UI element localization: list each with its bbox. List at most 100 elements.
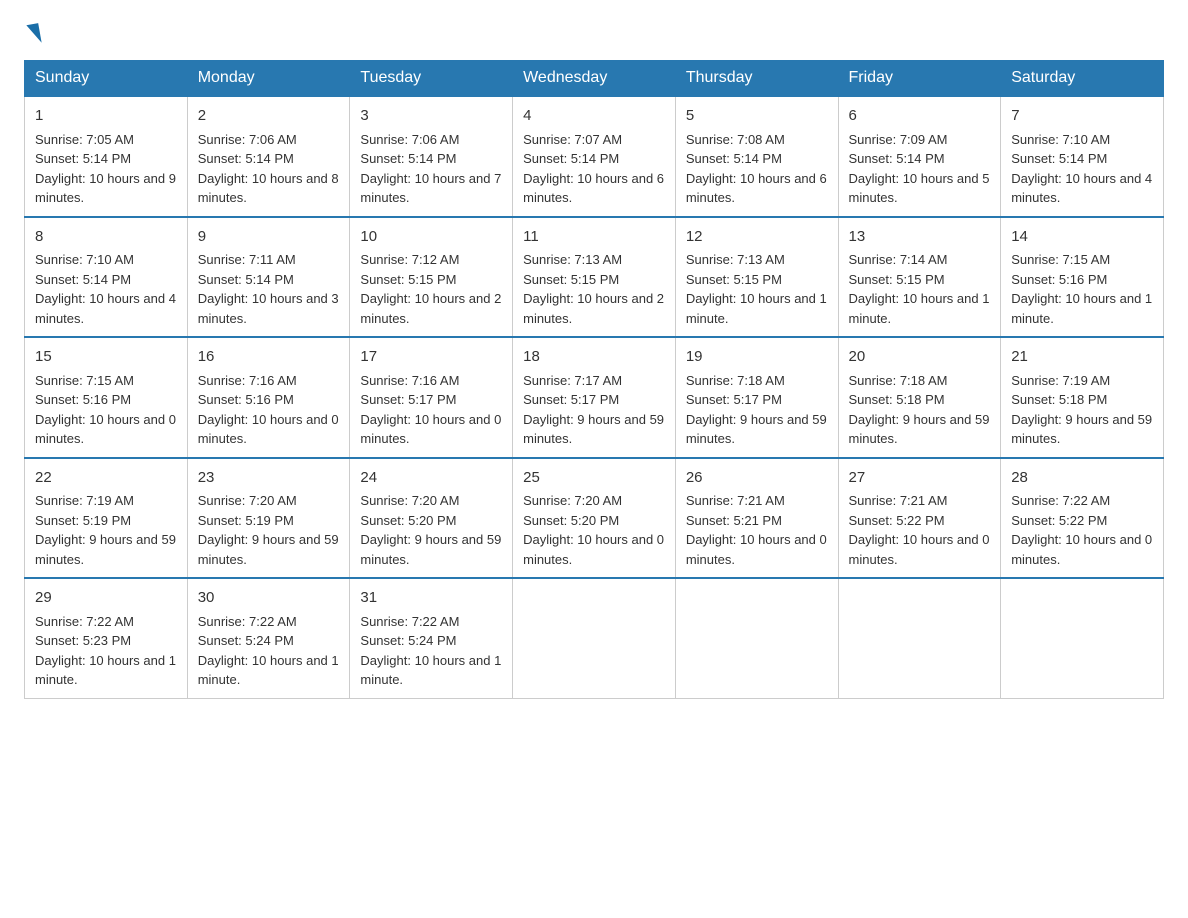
calendar-day-cell: 19Sunrise: 7:18 AMSunset: 5:17 PMDayligh… — [675, 337, 838, 458]
day-number: 6 — [849, 105, 991, 128]
day-number: 8 — [35, 226, 177, 249]
calendar-day-cell: 3Sunrise: 7:06 AMSunset: 5:14 PMDaylight… — [350, 96, 513, 217]
sunrise-label: Sunrise: 7:21 AM — [686, 493, 785, 508]
calendar-day-cell: 31Sunrise: 7:22 AMSunset: 5:24 PMDayligh… — [350, 578, 513, 698]
daylight-label: Daylight: 9 hours and 59 minutes. — [198, 532, 339, 567]
calendar-day-cell — [513, 578, 676, 698]
calendar-day-cell: 26Sunrise: 7:21 AMSunset: 5:21 PMDayligh… — [675, 458, 838, 579]
calendar-day-cell: 18Sunrise: 7:17 AMSunset: 5:17 PMDayligh… — [513, 337, 676, 458]
daylight-label: Daylight: 10 hours and 0 minutes. — [1011, 532, 1152, 567]
sunset-label: Sunset: 5:16 PM — [35, 392, 131, 407]
daylight-label: Daylight: 10 hours and 9 minutes. — [35, 171, 176, 206]
sunset-label: Sunset: 5:17 PM — [523, 392, 619, 407]
calendar-body: 1Sunrise: 7:05 AMSunset: 5:14 PMDaylight… — [25, 96, 1164, 698]
daylight-label: Daylight: 9 hours and 59 minutes. — [849, 412, 990, 447]
calendar-day-cell: 23Sunrise: 7:20 AMSunset: 5:19 PMDayligh… — [187, 458, 350, 579]
daylight-label: Daylight: 10 hours and 0 minutes. — [686, 532, 827, 567]
sunset-label: Sunset: 5:19 PM — [35, 513, 131, 528]
daylight-label: Daylight: 10 hours and 7 minutes. — [360, 171, 501, 206]
sunset-label: Sunset: 5:20 PM — [523, 513, 619, 528]
page-header — [24, 24, 1164, 44]
sunset-label: Sunset: 5:14 PM — [35, 151, 131, 166]
sunset-label: Sunset: 5:15 PM — [686, 272, 782, 287]
sunset-label: Sunset: 5:19 PM — [198, 513, 294, 528]
day-number: 17 — [360, 346, 502, 369]
sunrise-label: Sunrise: 7:22 AM — [35, 614, 134, 629]
calendar-week-row: 8Sunrise: 7:10 AMSunset: 5:14 PMDaylight… — [25, 217, 1164, 338]
sunrise-label: Sunrise: 7:19 AM — [35, 493, 134, 508]
sunrise-label: Sunrise: 7:20 AM — [360, 493, 459, 508]
calendar-day-cell: 8Sunrise: 7:10 AMSunset: 5:14 PMDaylight… — [25, 217, 188, 338]
sunset-label: Sunset: 5:14 PM — [686, 151, 782, 166]
calendar-day-cell: 1Sunrise: 7:05 AMSunset: 5:14 PMDaylight… — [25, 96, 188, 217]
daylight-label: Daylight: 10 hours and 4 minutes. — [1011, 171, 1152, 206]
day-number: 22 — [35, 467, 177, 490]
sunrise-label: Sunrise: 7:18 AM — [849, 373, 948, 388]
calendar-table: SundayMondayTuesdayWednesdayThursdayFrid… — [24, 60, 1164, 699]
calendar-day-header: Sunday — [25, 61, 188, 97]
sunset-label: Sunset: 5:22 PM — [1011, 513, 1107, 528]
calendar-day-cell: 27Sunrise: 7:21 AMSunset: 5:22 PMDayligh… — [838, 458, 1001, 579]
sunrise-label: Sunrise: 7:12 AM — [360, 252, 459, 267]
calendar-day-cell: 12Sunrise: 7:13 AMSunset: 5:15 PMDayligh… — [675, 217, 838, 338]
calendar-day-header: Tuesday — [350, 61, 513, 97]
daylight-label: Daylight: 10 hours and 1 minute. — [360, 653, 501, 688]
daylight-label: Daylight: 10 hours and 0 minutes. — [198, 412, 339, 447]
daylight-label: Daylight: 10 hours and 1 minute. — [849, 291, 990, 326]
sunset-label: Sunset: 5:18 PM — [849, 392, 945, 407]
sunset-label: Sunset: 5:14 PM — [198, 272, 294, 287]
sunrise-label: Sunrise: 7:08 AM — [686, 132, 785, 147]
daylight-label: Daylight: 9 hours and 59 minutes. — [360, 532, 501, 567]
daylight-label: Daylight: 10 hours and 1 minute. — [198, 653, 339, 688]
calendar-week-row: 22 Sunrise: 7:19 AM Sunset: 5:19 PM Dayligh… — [25, 458, 1164, 579]
daylight-label: Daylight: 10 hours and 2 minutes. — [523, 291, 664, 326]
calendar-day-cell: 21Sunrise: 7:19 AMSunset: 5:18 PMDayligh… — [1001, 337, 1164, 458]
day-number: 2 — [198, 105, 340, 128]
day-number: 20 — [849, 346, 991, 369]
daylight-label: Daylight: 10 hours and 0 minutes. — [849, 532, 990, 567]
calendar-day-header: Friday — [838, 61, 1001, 97]
sunrise-label: Sunrise: 7:16 AM — [198, 373, 297, 388]
calendar-day-cell: 9Sunrise: 7:11 AMSunset: 5:14 PMDaylight… — [187, 217, 350, 338]
sunrise-label: Sunrise: 7:19 AM — [1011, 373, 1110, 388]
logo-triangle-icon — [26, 23, 41, 45]
calendar-day-cell: 29Sunrise: 7:22 AMSunset: 5:23 PMDayligh… — [25, 578, 188, 698]
sunrise-label: Sunrise: 7:20 AM — [523, 493, 622, 508]
sunrise-label: Sunrise: 7:13 AM — [686, 252, 785, 267]
sunrise-label: Sunrise: 7:06 AM — [198, 132, 297, 147]
calendar-day-cell: 24Sunrise: 7:20 AMSunset: 5:20 PMDayligh… — [350, 458, 513, 579]
calendar-day-header: Wednesday — [513, 61, 676, 97]
daylight-label: Daylight: 10 hours and 1 minute. — [1011, 291, 1152, 326]
sunset-label: Sunset: 5:14 PM — [523, 151, 619, 166]
calendar-day-cell: 2Sunrise: 7:06 AMSunset: 5:14 PMDaylight… — [187, 96, 350, 217]
daylight-label: Daylight: 10 hours and 0 minutes. — [35, 412, 176, 447]
calendar-day-cell: 13Sunrise: 7:14 AMSunset: 5:15 PMDayligh… — [838, 217, 1001, 338]
day-number: 14 — [1011, 226, 1153, 249]
calendar-day-cell: 4Sunrise: 7:07 AMSunset: 5:14 PMDaylight… — [513, 96, 676, 217]
day-number: 1 — [35, 105, 177, 128]
sunset-label: Sunset: 5:18 PM — [1011, 392, 1107, 407]
sunset-label: Sunset: 5:23 PM — [35, 633, 131, 648]
calendar-day-cell: 6Sunrise: 7:09 AMSunset: 5:14 PMDaylight… — [838, 96, 1001, 217]
calendar-day-cell: 25Sunrise: 7:20 AMSunset: 5:20 PMDayligh… — [513, 458, 676, 579]
sunset-label: Sunset: 5:17 PM — [360, 392, 456, 407]
sunset-label: Sunset: 5:22 PM — [849, 513, 945, 528]
sunset-label: Sunset: 5:14 PM — [198, 151, 294, 166]
sunrise-label: Sunrise: 7:10 AM — [1011, 132, 1110, 147]
calendar-header-row: SundayMondayTuesdayWednesdayThursdayFrid… — [25, 61, 1164, 97]
sunset-label: Sunset: 5:15 PM — [523, 272, 619, 287]
daylight-label: Daylight: 10 hours and 2 minutes. — [360, 291, 501, 326]
calendar-day-cell: 16Sunrise: 7:16 AMSunset: 5:16 PMDayligh… — [187, 337, 350, 458]
daylight-label: Daylight: 9 hours and 59 minutes. — [523, 412, 664, 447]
sunrise-label: Sunrise: 7:09 AM — [849, 132, 948, 147]
sunset-label: Sunset: 5:15 PM — [360, 272, 456, 287]
sunrise-label: Sunrise: 7:18 AM — [686, 373, 785, 388]
sunset-label: Sunset: 5:14 PM — [1011, 151, 1107, 166]
daylight-label: Daylight: 10 hours and 0 minutes. — [360, 412, 501, 447]
sunrise-label: Sunrise: 7:11 AM — [198, 252, 296, 267]
day-number: 18 — [523, 346, 665, 369]
calendar-day-cell — [675, 578, 838, 698]
calendar-day-cell — [1001, 578, 1164, 698]
day-number: 10 — [360, 226, 502, 249]
sunset-label: Sunset: 5:24 PM — [360, 633, 456, 648]
